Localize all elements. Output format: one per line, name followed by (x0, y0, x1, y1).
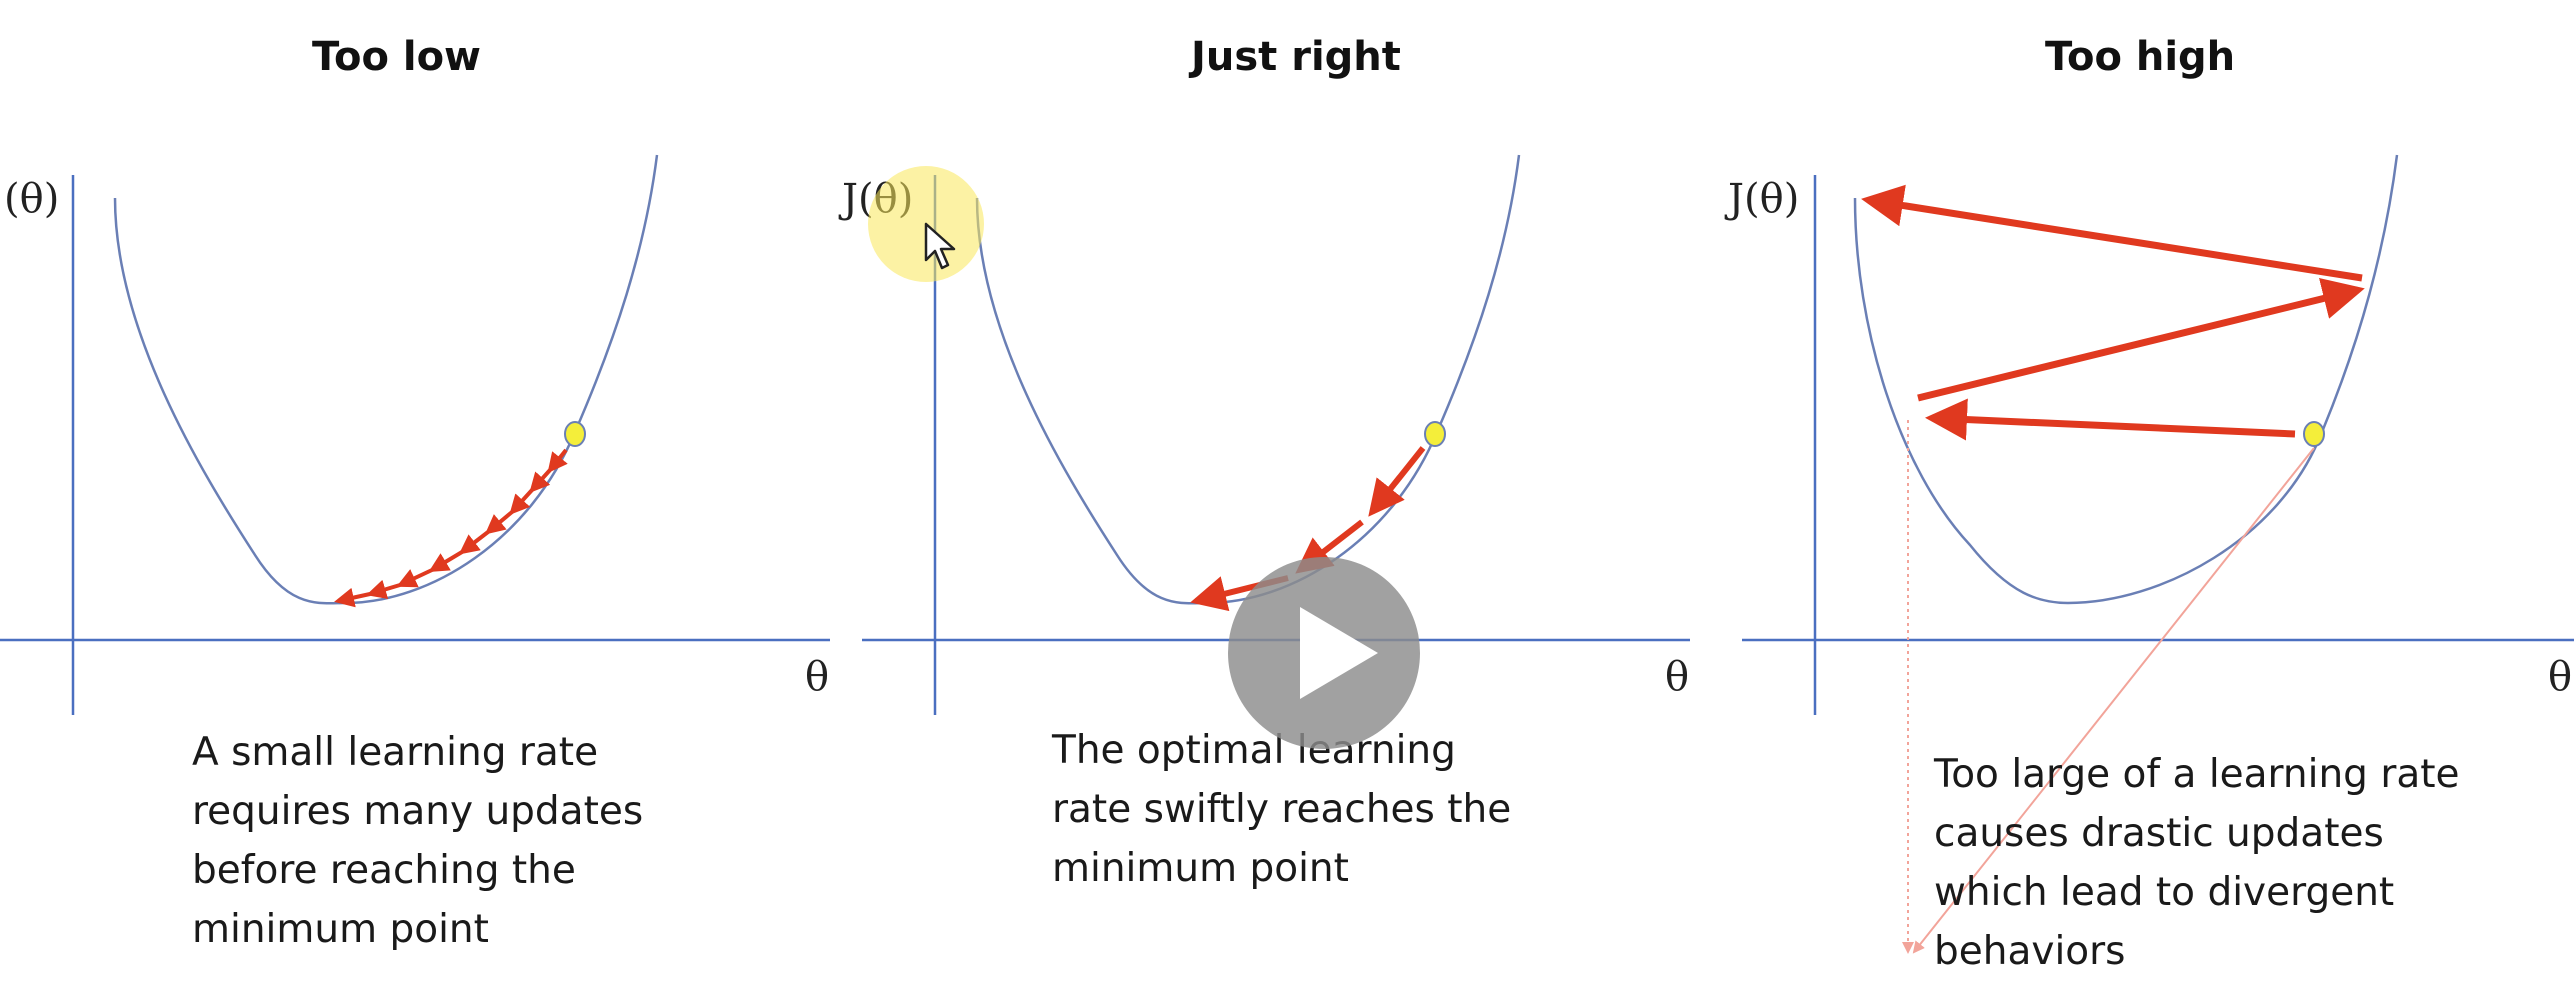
caption-too-low: A small learning rate requires many upda… (192, 723, 643, 959)
update-arrow (1917, 277, 2365, 402)
cost-curve (975, 154, 1521, 605)
update-arrow (1368, 446, 1426, 517)
panel-too-low (0, 154, 830, 715)
play-icon (1300, 607, 1378, 699)
caption-line: rate swiftly reaches the (1052, 787, 1512, 832)
caption-line: which lead to divergent (1934, 870, 2395, 915)
caption-line: A small learning rate (192, 730, 599, 775)
caption-line: requires many updates (192, 789, 644, 834)
mouse-pointer-icon (924, 222, 956, 270)
cost-curve (1853, 154, 2399, 605)
caption-line: Too large of a learning rate (1934, 752, 2460, 797)
start-point (1424, 421, 1446, 447)
update-arrow (1925, 398, 2296, 441)
update-arrow (396, 568, 433, 588)
play-button[interactable] (1228, 557, 1420, 749)
caption-line: minimum point (192, 907, 489, 952)
caption-too-high: Too large of a learning rate causes dras… (1934, 745, 2460, 981)
start-point (2303, 421, 2325, 447)
cost-curve (113, 154, 659, 605)
x-axis-label-too-high: θ (2548, 654, 2573, 700)
update-arrow (428, 550, 464, 573)
y-axis-label-too-low: (θ) (4, 176, 60, 222)
learning-rate-diagram: Too low Just right Too high (θ) θ θ J(θ)… (0, 0, 2574, 998)
update-arrow (529, 468, 552, 493)
caption-line: before reaching the (192, 848, 576, 893)
x-axis-label-too-low: θ (805, 654, 830, 700)
y-axis-label-too-high: J(θ) (1728, 176, 1800, 222)
x-axis-label-just-right: θ (1665, 654, 1690, 700)
start-point (564, 421, 586, 447)
caption-line: minimum point (1052, 846, 1349, 891)
update-arrow (334, 587, 371, 608)
caption-just-right: The optimal learning rate swiftly reache… (1052, 721, 1511, 898)
small-step-arrows (334, 448, 568, 608)
update-arrow (366, 579, 401, 599)
divergent-step-arrows (1861, 184, 2365, 441)
update-arrow (458, 530, 490, 555)
update-arrow (1861, 184, 2363, 282)
caption-line: behaviors (1934, 929, 2126, 974)
caption-line: causes drastic updates (1934, 811, 2384, 856)
